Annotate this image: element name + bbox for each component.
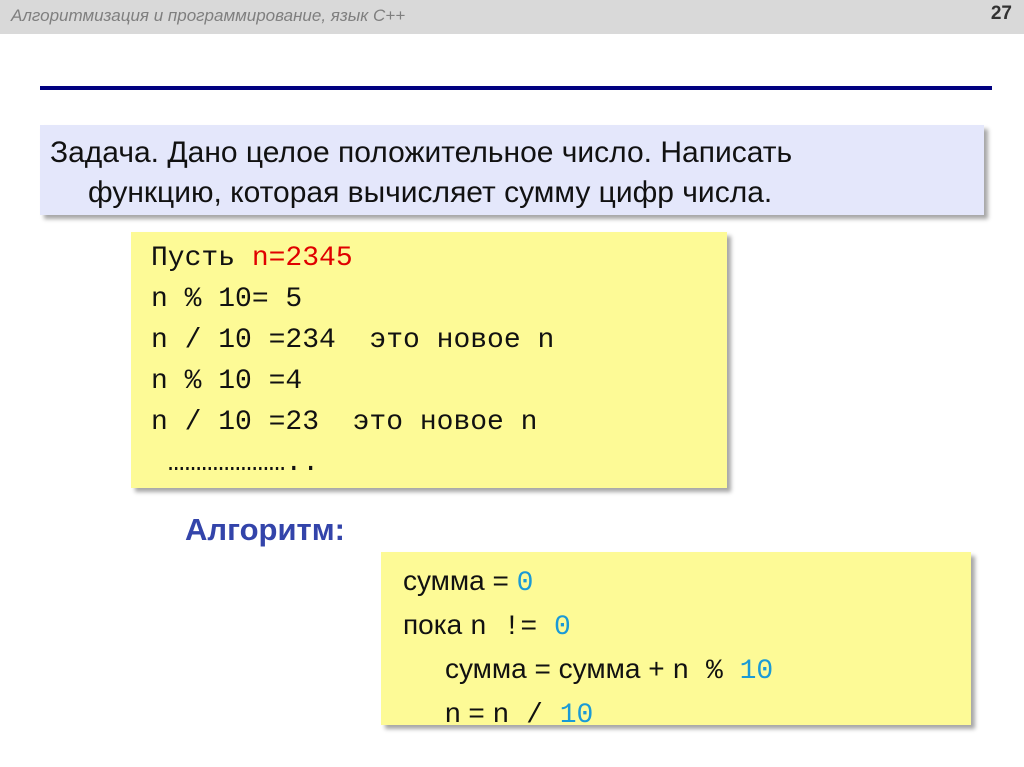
algo-number: 0 (516, 568, 534, 599)
algo-code: n % (672, 656, 740, 687)
algo-text: пока (403, 609, 470, 640)
algo-number: 10 (559, 700, 594, 731)
example-line-3: n / 10 =234 это новое n (151, 325, 555, 356)
algorithm-heading: Алгоритм: (185, 512, 345, 547)
example-line-2: n % 10= 5 (151, 284, 303, 315)
algorithm-line-4: n = n / 10 (403, 692, 949, 736)
example-line-4: n % 10 =4 (151, 366, 303, 397)
algorithm-box: сумма = 0 пока n != 0 сумма = сумма + n … (381, 552, 971, 731)
algo-code: n / (492, 700, 560, 731)
title-divider (40, 86, 992, 90)
example-initial-value: n=2345 (251, 243, 353, 274)
algo-text: сумма = сумма + (445, 653, 673, 684)
example-prefix: Пусть (151, 243, 252, 274)
example-line-1: Пусть n=2345 (151, 238, 707, 279)
algorithm-line-1: сумма = 0 (403, 560, 949, 604)
task-line-1: Задача. Дано целое положительное число. … (50, 136, 793, 169)
algorithm-line-2: пока n != 0 (403, 604, 949, 648)
example-ellipsis: ………………….. (151, 448, 320, 479)
task-statement: Задача. Дано целое положительное число. … (40, 125, 984, 215)
slide-number: 27 (990, 3, 1012, 24)
course-title: Алгоритмизация и программирование, язык … (11, 6, 406, 25)
algorithm-line-3: сумма = сумма + n % 10 (403, 648, 949, 692)
algo-text: сумма = (403, 565, 517, 596)
algo-text: n = (445, 697, 493, 728)
example-line-5: n / 10 =23 это новое n (151, 407, 538, 438)
algo-number: 0 (553, 612, 571, 643)
algo-code: n != (469, 612, 554, 643)
task-line-2: функцию, которая вычисляет сумму цифр чи… (88, 176, 773, 209)
example-box: Пусть n=2345 n % 10= 5 n / 10 =234 это н… (131, 232, 727, 488)
algo-number: 10 (739, 656, 774, 687)
slide-header-bar: Алгоритмизация и программирование, язык … (0, 0, 1024, 34)
